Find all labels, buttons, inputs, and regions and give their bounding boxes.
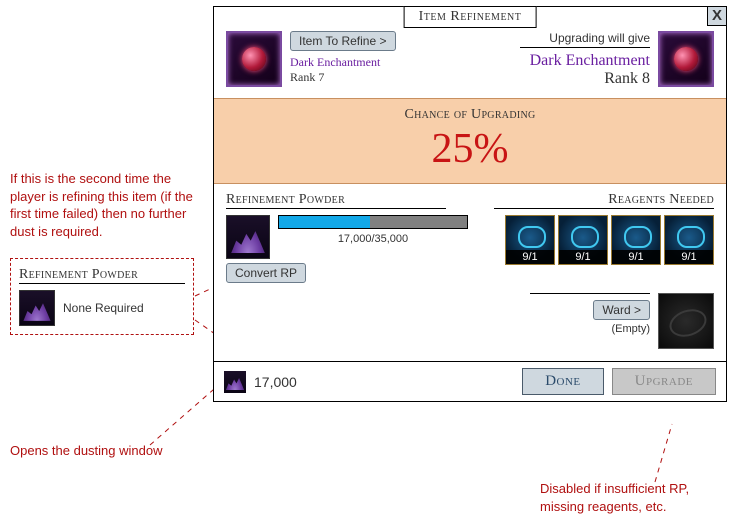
annotation-second-time: If this is the second time the player is…	[10, 170, 208, 240]
item-to-refine-button[interactable]: Item To Refine >	[290, 31, 396, 51]
annotation-none-required-box: Refinement Powder None Required	[10, 258, 194, 335]
ward-empty-label: (Empty)	[530, 323, 650, 335]
done-button[interactable]: Done	[522, 368, 603, 395]
current-item-rank: Rank 7	[290, 70, 396, 85]
annotation-disabled: Disabled if insufficient RP, missing rea…	[540, 480, 725, 515]
reagent-slot[interactable]: 9/1	[611, 215, 661, 265]
upgrade-preview-icon	[658, 31, 714, 87]
reagents-section: Reagents Needed 9/1 9/1 9/1 9/1	[494, 192, 714, 283]
footer-bar: 17,000 Done Upgrade	[214, 361, 726, 401]
powder-icon	[19, 290, 55, 326]
refinement-window: Item Refinement X Item To Refine > Dark …	[213, 6, 727, 402]
reagent-count: 9/1	[559, 250, 607, 264]
reagent-count: 9/1	[612, 250, 660, 264]
annotation-dusting: Opens the dusting window	[10, 442, 162, 460]
upgrade-button[interactable]: Upgrade	[612, 368, 716, 395]
reagent-slot[interactable]: 9/1	[505, 215, 555, 265]
ward-section: Ward > (Empty)	[530, 293, 650, 335]
reagents-title: Reagents Needed	[494, 192, 714, 209]
powder-title: Refinement Powder	[226, 192, 446, 209]
upgrade-preview-name: Dark Enchantment	[520, 52, 650, 70]
reagent-count: 9/1	[665, 250, 713, 264]
chance-value: 25%	[214, 125, 726, 173]
powder-progress-bar	[278, 215, 468, 229]
current-item-name: Dark Enchantment	[290, 55, 396, 70]
close-button[interactable]: X	[707, 6, 727, 26]
upgrade-preview-label: Upgrading will give	[520, 31, 650, 48]
upgrade-preview-rank: Rank 8	[520, 70, 650, 88]
current-item-icon[interactable]	[226, 31, 282, 87]
annotation-none-required-title: Refinement Powder	[19, 267, 185, 284]
powder-section: Refinement Powder 17,000/35,000 Convert …	[226, 192, 468, 283]
reagent-count: 9/1	[506, 250, 554, 264]
window-title: Item Refinement	[404, 6, 537, 28]
reagent-slot[interactable]: 9/1	[558, 215, 608, 265]
current-item-block: Item To Refine > Dark Enchantment Rank 7	[226, 31, 396, 88]
chance-band: Chance of Upgrading 25%	[214, 98, 726, 184]
upgrade-preview-block: Upgrading will give Dark Enchantment Ran…	[520, 31, 714, 88]
powder-progress-text: 17,000/35,000	[278, 233, 468, 245]
ward-button[interactable]: Ward >	[593, 300, 650, 320]
annotation-none-required-text: None Required	[63, 301, 144, 315]
powder-icon	[224, 371, 246, 393]
footer-powder-amount: 17,000	[254, 374, 514, 390]
reagent-slot[interactable]: 9/1	[664, 215, 714, 265]
ward-slot[interactable]	[658, 293, 714, 349]
chance-label: Chance of Upgrading	[214, 107, 726, 123]
convert-rp-button[interactable]: Convert RP	[226, 263, 306, 283]
powder-icon	[226, 215, 270, 259]
